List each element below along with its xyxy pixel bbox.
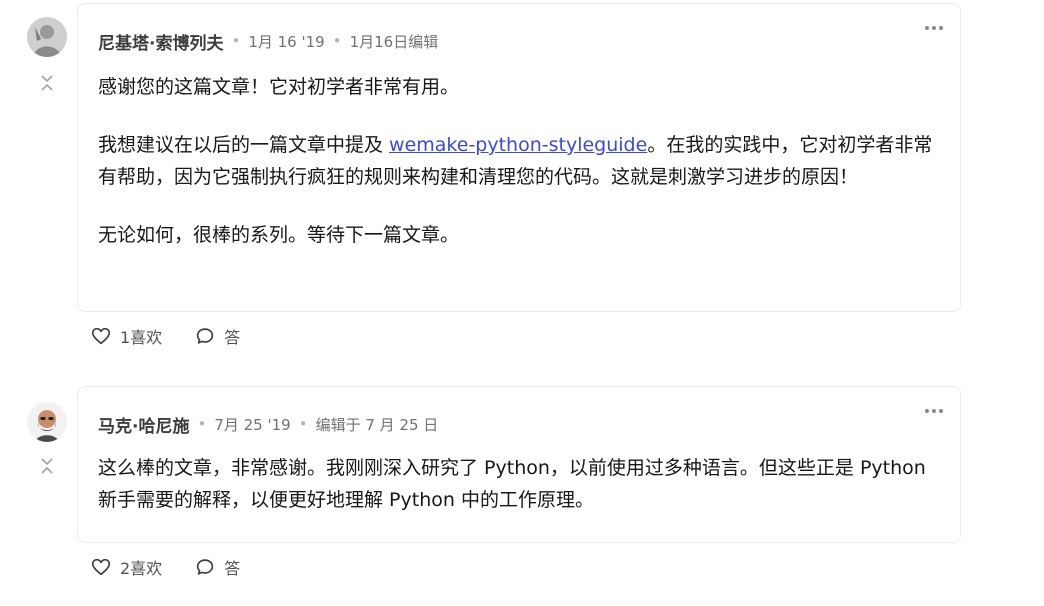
comment-body: 感谢您的这篇文章！它对初学者非常有用。 我想建议在以后的一篇文章中提及 wema…	[98, 71, 940, 251]
paragraph-text: 我想建议在以后的一篇文章中提及	[98, 134, 390, 156]
comment-body: 这么棒的文章，非常感谢。我刚刚深入研究了 Python，以前使用过多种语言。但这…	[98, 452, 940, 516]
reply-button[interactable]: 答	[194, 324, 240, 348]
collapse-arrows-icon[interactable]	[38, 456, 56, 478]
reply-label: 答	[224, 328, 241, 347]
heart-icon	[91, 327, 111, 345]
reply-label: 答	[224, 559, 241, 578]
reply-button[interactable]: 答	[194, 555, 240, 579]
comment-paragraph: 感谢您的这篇文章！它对初学者非常有用。	[98, 76, 460, 98]
comment-date[interactable]: 7月 25 '19	[214, 414, 290, 435]
comment-bubble-icon	[197, 559, 214, 575]
comment-edited: 编辑于 7 月 25 日	[315, 415, 439, 434]
more-horizontal-icon[interactable]	[922, 18, 946, 38]
comment-card: 马克·哈尼施 • 7月 25 '19 • 编辑于 7 月 25 日 这么棒的文章…	[77, 386, 961, 543]
like-button[interactable]: 2喜欢	[90, 555, 162, 579]
comment-meta: 尼基塔·索博列夫 • 1月 16 '19 • 1月16日编辑	[98, 29, 439, 54]
comment-date[interactable]: 1月 16 '19	[248, 31, 324, 52]
like-button[interactable]: 1喜欢	[90, 324, 162, 348]
collapse-arrows-icon[interactable]	[38, 73, 56, 95]
meta-separator: •	[332, 32, 342, 50]
comment-edited: 1月16日编辑	[349, 32, 439, 51]
avatar[interactable]	[27, 402, 67, 442]
meta-separator: •	[298, 415, 308, 433]
comment-meta: 马克·哈尼施 • 7月 25 '19 • 编辑于 7 月 25 日	[98, 412, 439, 437]
more-horizontal-icon[interactable]	[922, 401, 946, 421]
comment-paragraph: 这么棒的文章，非常感谢。我刚刚深入研究了 Python，以前使用过多种语言。但这…	[98, 457, 926, 511]
like-count: 2喜欢	[120, 559, 163, 578]
comment-author[interactable]: 尼基塔·索博列夫	[98, 29, 223, 54]
comment-paragraph: 无论如何，很棒的系列。等待下一篇文章。	[98, 224, 460, 246]
meta-separator: •	[231, 32, 241, 50]
comment-card: 尼基塔·索博列夫 • 1月 16 '19 • 1月16日编辑 感谢您的这篇文章！…	[77, 3, 961, 312]
like-count: 1喜欢	[120, 328, 163, 347]
comment-actions: 2喜欢 答	[90, 555, 240, 579]
meta-separator: •	[197, 415, 207, 433]
comment-paragraph: 我想建议在以后的一篇文章中提及 wemake-python-styleguide…	[98, 129, 940, 193]
styleguide-link[interactable]: wemake-python-styleguide	[389, 134, 647, 156]
heart-icon	[91, 558, 111, 576]
comment-author[interactable]: 马克·哈尼施	[98, 412, 189, 437]
avatar[interactable]	[27, 17, 67, 57]
comment-bubble-icon	[197, 328, 214, 344]
comment-actions: 1喜欢 答	[90, 324, 240, 348]
